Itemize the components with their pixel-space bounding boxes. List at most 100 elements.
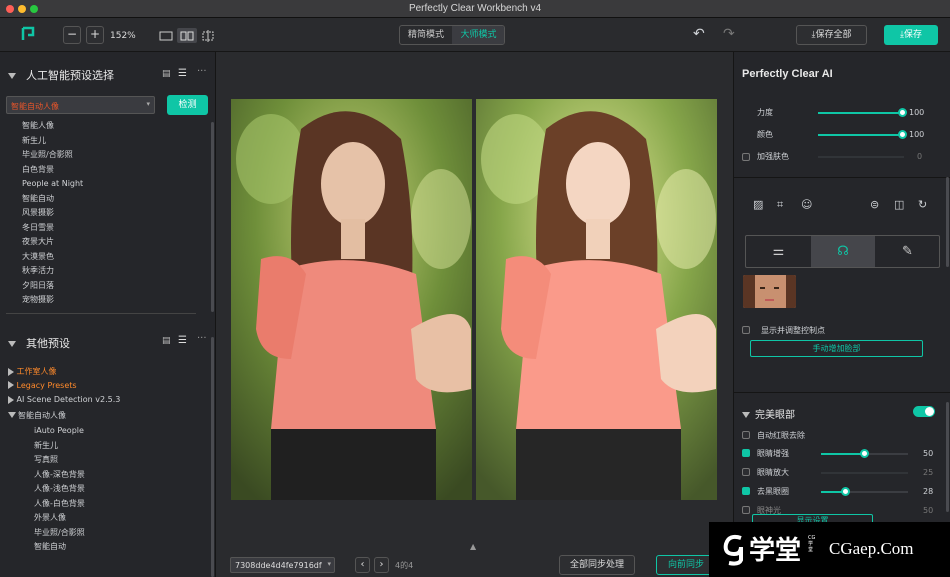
eye-enhance-checkbox[interactable] <box>742 449 750 457</box>
grid-view-icon[interactable]: ▤ <box>162 336 171 346</box>
list-item[interactable]: 秋季活力 <box>22 264 83 279</box>
skin-label: 加强肤色 <box>757 152 789 161</box>
face-retouch-icon: ☊ <box>837 244 849 259</box>
list-item[interactable]: 宠物摄影 <box>22 293 83 308</box>
sliders-icon: ⚌ <box>772 244 785 259</box>
simple-mode-tab[interactable]: 精简模式 <box>400 26 452 44</box>
list-item[interactable]: 写真照 <box>34 453 85 468</box>
list-item[interactable]: 风景摄影 <box>22 206 83 221</box>
red-eye-checkbox[interactable] <box>742 431 750 439</box>
mode-switch: 精简模式 大师模式 <box>399 25 505 45</box>
scrollbar[interactable] <box>211 337 214 577</box>
list-item[interactable]: 冬日雪景 <box>22 221 83 236</box>
list-view-icon[interactable]: ☰ <box>178 335 187 346</box>
sync-forward-button[interactable]: 向前同步 <box>656 555 716 575</box>
eye-enhance-slider[interactable] <box>821 449 908 458</box>
expand-icon <box>8 395 14 404</box>
flip-horizontal-icon[interactable]: ◫ <box>894 198 904 211</box>
skin-checkbox[interactable] <box>742 153 750 161</box>
slider-knob[interactable] <box>898 108 907 117</box>
skin-slider[interactable] <box>818 156 904 158</box>
list-item[interactable]: 白色背景 <box>22 163 83 178</box>
list-item[interactable]: People at Night <box>22 177 83 192</box>
face-tab[interactable]: ☊ <box>811 236 875 267</box>
catchlight-value: 50 <box>923 506 934 515</box>
split-view-button[interactable] <box>177 28 197 43</box>
show-control-label: 显示并调整控制点 <box>761 326 825 335</box>
list-item[interactable]: 毕业照/合影照 <box>22 148 83 163</box>
collapse-filmstrip-icon[interactable]: ▲ <box>470 542 476 551</box>
undo-icon[interactable]: ↶ <box>693 26 705 42</box>
compare-view-icon[interactable] <box>201 30 215 42</box>
redo-icon[interactable]: ↷ <box>723 26 735 42</box>
eyes-section-header[interactable]: 完美眼部 <box>742 406 795 421</box>
original-photo <box>231 99 472 500</box>
file-select[interactable]: 7308dde4d4fe7916df ▾ <box>230 557 335 573</box>
group-item[interactable]: 智能自动人像 <box>8 410 120 425</box>
crop-icon[interactable]: ⌗ <box>777 198 783 212</box>
divider <box>734 392 950 393</box>
list-item[interactable]: 夕阳日落 <box>22 279 83 294</box>
expand-icon <box>8 381 14 389</box>
next-image-button[interactable]: › <box>374 557 389 573</box>
slider-knob[interactable] <box>898 130 907 139</box>
scrollbar[interactable] <box>211 122 214 312</box>
list-item[interactable]: iAuto People <box>34 424 85 439</box>
eye-enlarge-checkbox[interactable] <box>742 468 750 476</box>
eyes-toggle[interactable] <box>913 406 935 417</box>
list-item[interactable]: 人像-白色背景 <box>34 497 85 512</box>
slider-knob[interactable] <box>841 487 850 496</box>
dark-circle-checkbox[interactable] <box>742 487 750 495</box>
face-icon[interactable]: ☺ <box>801 198 812 211</box>
flip-vertical-icon[interactable]: ⊜ <box>870 198 879 211</box>
eye-enlarge-label: 眼睛放大 <box>757 468 789 477</box>
dark-circle-slider[interactable] <box>821 487 908 496</box>
more-icon[interactable]: ··· <box>197 66 207 77</box>
rotate-icon[interactable]: ↻ <box>918 198 927 211</box>
scrollbar[interactable] <box>946 177 949 267</box>
creative-tab[interactable]: ✎ <box>875 236 939 267</box>
face-thumbnail[interactable] <box>743 275 796 308</box>
show-control-checkbox[interactable] <box>742 326 750 334</box>
adjustments-tab[interactable]: ⚌ <box>746 236 811 267</box>
slider-knob[interactable] <box>860 449 869 458</box>
master-mode-tab[interactable]: 大师模式 <box>452 26 504 44</box>
grid-view-icon[interactable]: ▤ <box>162 69 171 79</box>
other-preset-header[interactable]: 其他预设 <box>8 335 70 351</box>
list-item[interactable]: 大漠景色 <box>22 250 83 265</box>
list-view-icon[interactable]: ☰ <box>178 68 187 79</box>
list-item[interactable]: 智能自动 <box>34 540 85 555</box>
ai-preset-header[interactable]: 人工智能预设选择 <box>8 67 114 83</box>
group-item[interactable]: Legacy Presets <box>8 381 120 396</box>
prev-image-button[interactable]: ‹ <box>355 557 370 573</box>
strength-slider[interactable] <box>818 108 907 117</box>
zoom-in-button[interactable]: + <box>86 26 104 44</box>
single-view-icon[interactable] <box>159 31 173 41</box>
list-item[interactable]: 外景人像 <box>34 511 85 526</box>
group-item[interactable]: 工作室人像 <box>8 366 120 381</box>
color-slider[interactable] <box>818 130 907 139</box>
eye-enlarge-slider[interactable] <box>821 472 908 474</box>
list-item[interactable]: 智能人像 <box>22 119 83 134</box>
more-icon[interactable]: ··· <box>197 333 207 344</box>
catchlight-checkbox[interactable] <box>742 506 750 514</box>
preset-select[interactable]: 智能自动人像 ▾ <box>6 96 155 114</box>
list-item[interactable]: 智能自动 <box>22 192 83 207</box>
list-item[interactable]: 人像-深色背景 <box>34 468 85 483</box>
detect-button[interactable]: 检测 <box>167 95 208 115</box>
color-value: 100 <box>909 130 925 139</box>
add-face-button[interactable]: 手动增加脸部 <box>750 340 923 357</box>
list-item[interactable]: 夜景大片 <box>22 235 83 250</box>
list-item[interactable]: 新生儿 <box>34 439 85 454</box>
sync-all-button[interactable]: 全部同步处理 <box>559 555 635 575</box>
list-item[interactable]: 人像-浅色背景 <box>34 482 85 497</box>
scrollbar[interactable] <box>946 402 949 512</box>
save-button[interactable]: ⤓保存 <box>884 25 938 45</box>
eye-enhance-label: 眼睛增强 <box>757 449 789 458</box>
zoom-out-button[interactable]: − <box>63 26 81 44</box>
tone-curve-icon[interactable]: ▨ <box>753 198 763 211</box>
group-item[interactable]: AI Scene Detection v2.5.3 <box>8 395 120 410</box>
save-all-button[interactable]: ⤓保存全部 <box>796 25 867 45</box>
list-item[interactable]: 毕业照/合影照 <box>34 526 85 541</box>
list-item[interactable]: 新生儿 <box>22 134 83 149</box>
